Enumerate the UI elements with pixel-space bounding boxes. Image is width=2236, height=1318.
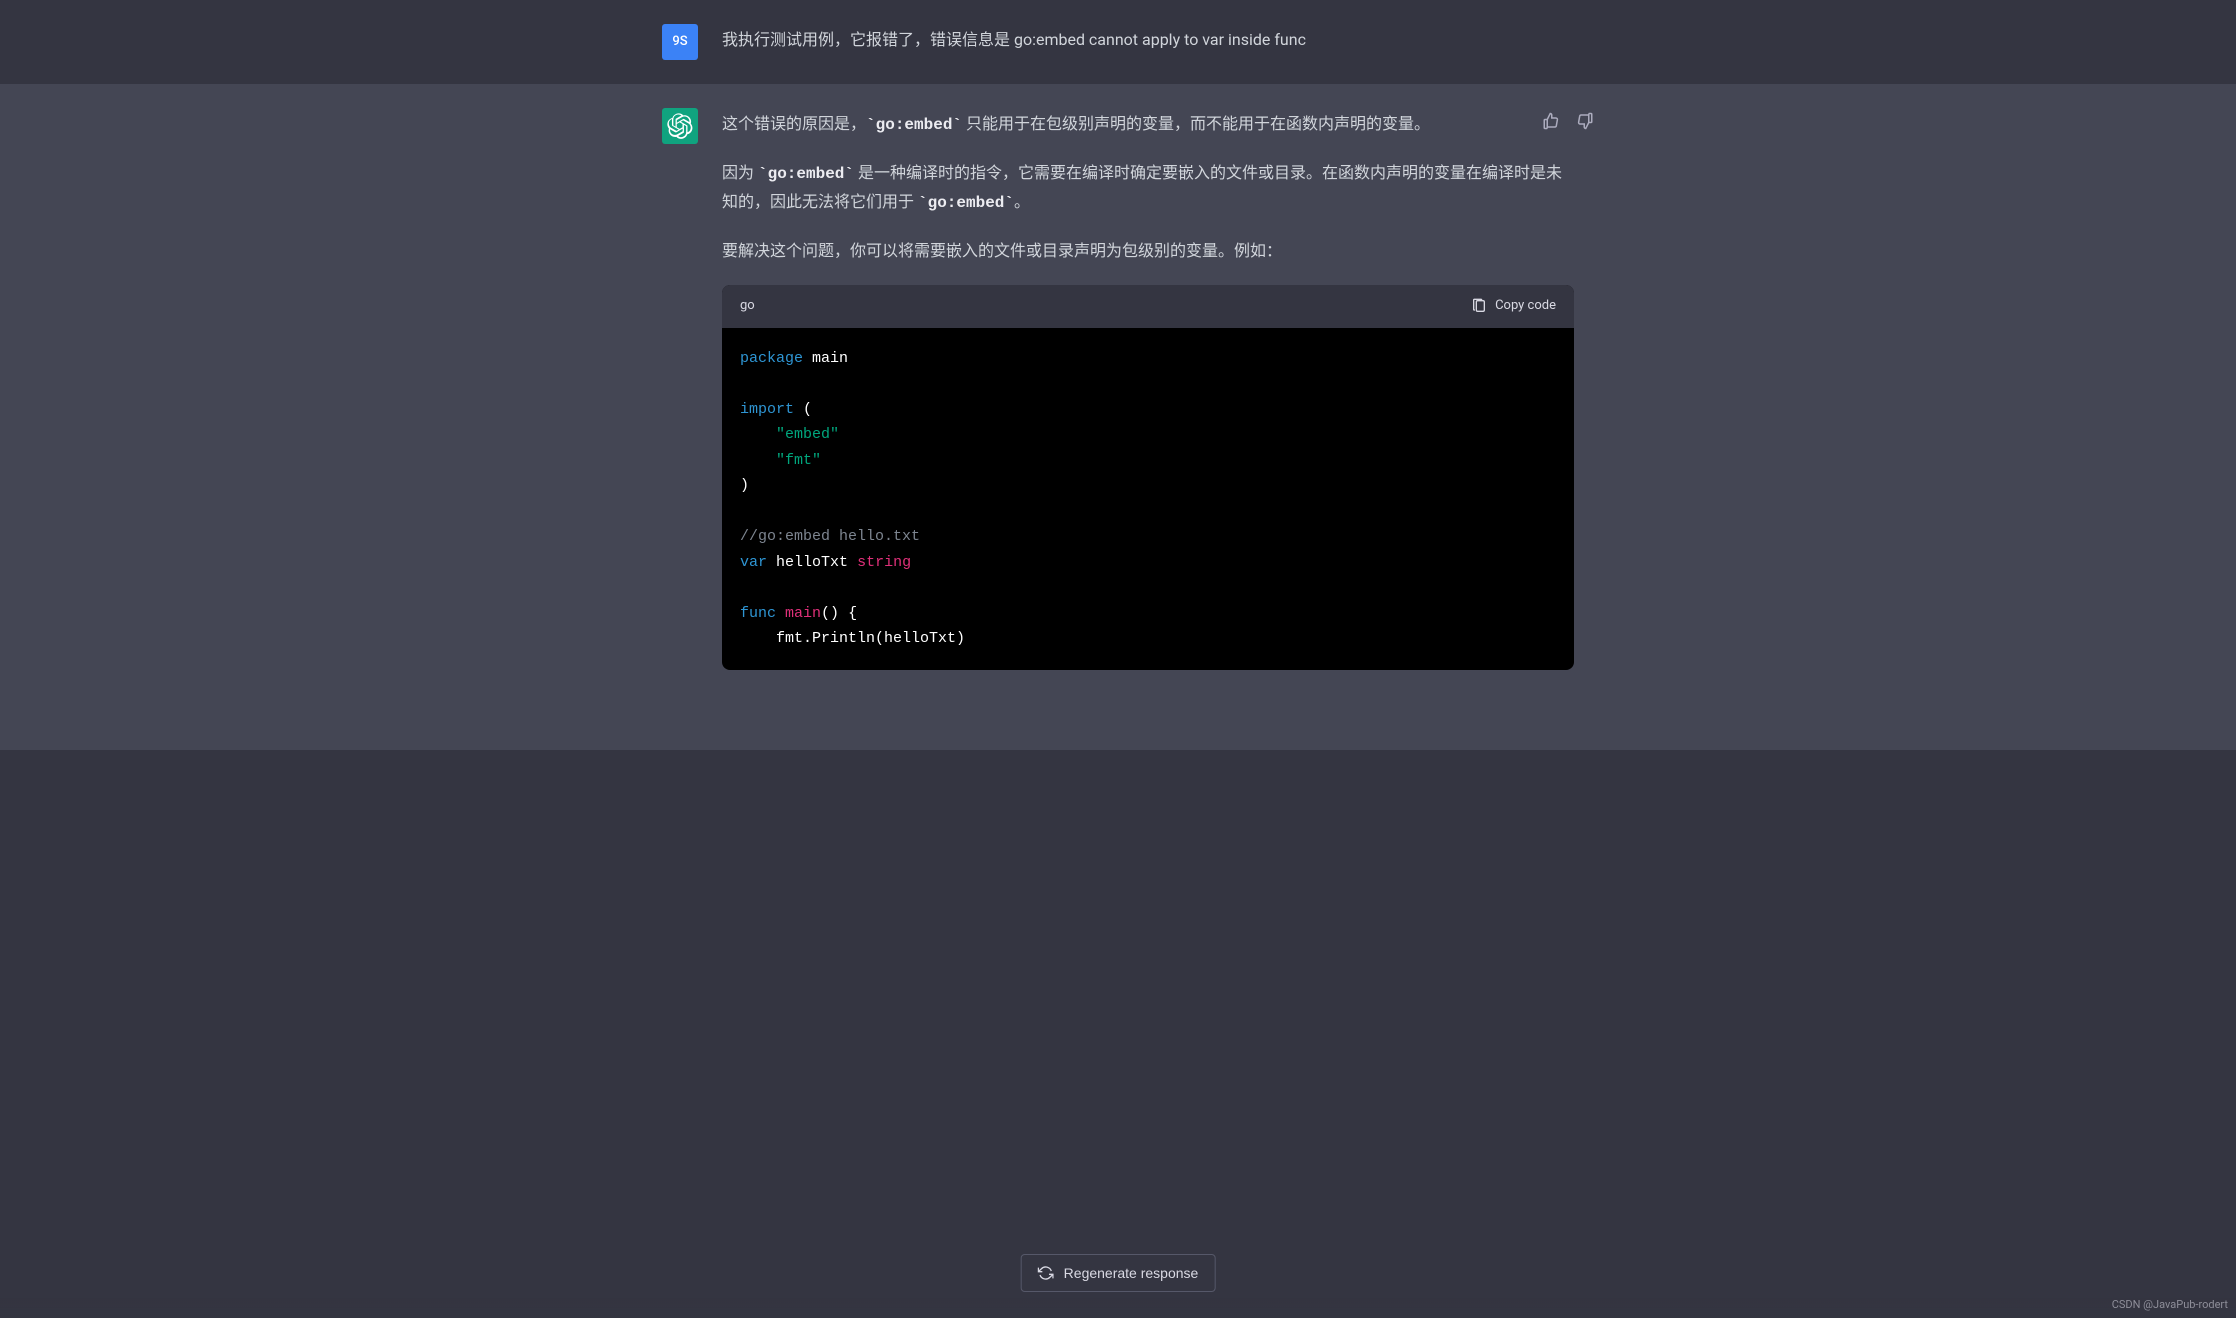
code-token: main — [812, 350, 848, 367]
feedback-buttons — [1538, 108, 1598, 134]
code-token: package — [740, 350, 803, 367]
user-message-content: 我执行测试用例，它报错了，错误信息是 go:embed cannot apply… — [722, 24, 1574, 60]
code-token: { — [848, 605, 857, 622]
user-avatar: 9S — [662, 24, 698, 60]
text-segment: 这个错误的原因是， — [722, 114, 866, 133]
assistant-paragraph-1: 这个错误的原因是，`go:embed` 只能用于在包级别声明的变量，而不能用于在… — [722, 110, 1574, 139]
code-token: () — [821, 605, 839, 622]
code-token: ) — [740, 477, 749, 494]
text-segment: 只能用于在包级别声明的变量，而不能用于在函数内声明的变量。 — [962, 114, 1430, 133]
inline-code: `go:embed` — [918, 194, 1014, 212]
code-token: import — [740, 401, 794, 418]
openai-logo-icon — [667, 113, 693, 139]
thumbs-down-icon — [1576, 112, 1594, 130]
code-token: "embed" — [776, 426, 839, 443]
assistant-paragraph-3: 要解决这个问题，你可以将需要嵌入的文件或目录声明为包级别的变量。例如： — [722, 237, 1574, 265]
thumbs-down-button[interactable] — [1572, 108, 1598, 134]
code-token: ( — [803, 401, 812, 418]
text-segment: 因为 — [722, 163, 758, 182]
code-token: main — [785, 605, 821, 622]
bottom-shadow — [0, 1298, 2236, 1318]
copy-code-button[interactable]: Copy code — [1471, 295, 1556, 318]
code-token: helloTxt — [776, 554, 848, 571]
user-message-text: 我执行测试用例，它报错了，错误信息是 go:embed cannot apply… — [722, 26, 1574, 54]
assistant-paragraph-2: 因为 `go:embed` 是一种编译时的指令，它需要在编译时确定要嵌入的文件或… — [722, 159, 1574, 217]
copy-code-label: Copy code — [1495, 295, 1556, 318]
assistant-message-row: 这个错误的原因是，`go:embed` 只能用于在包级别声明的变量，而不能用于在… — [0, 84, 2236, 750]
user-message-inner: 9S 我执行测试用例，它报错了，错误信息是 go:embed cannot ap… — [638, 24, 1598, 60]
code-token: var — [740, 554, 767, 571]
inline-code: `go:embed` — [758, 165, 854, 183]
code-body[interactable]: package main import ( "embed" "fmt" ) //… — [722, 328, 1574, 670]
user-avatar-text: 9S — [672, 31, 687, 54]
code-header: go Copy code — [722, 285, 1574, 328]
code-token: string — [857, 554, 911, 571]
clipboard-icon — [1471, 298, 1487, 314]
code-token: func — [740, 605, 776, 622]
inline-code: `go:embed` — [866, 116, 962, 134]
code-token: //go:embed hello.txt — [740, 528, 920, 545]
text-segment: 。 — [1014, 192, 1030, 211]
user-message-row: 9S 我执行测试用例，它报错了，错误信息是 go:embed cannot ap… — [0, 0, 2236, 84]
regenerate-button[interactable]: Regenerate response — [1021, 1254, 1216, 1292]
code-token: "fmt" — [776, 452, 821, 469]
code-token: fmt.Println(helloTxt) — [776, 630, 965, 647]
code-language-label: go — [740, 295, 755, 318]
watermark: CSDN @JavaPub-rodert — [2112, 1295, 2228, 1314]
assistant-message-content: 这个错误的原因是，`go:embed` 只能用于在包级别声明的变量，而不能用于在… — [722, 108, 1574, 670]
assistant-avatar — [662, 108, 698, 144]
thumbs-up-button[interactable] — [1538, 108, 1564, 134]
refresh-icon — [1038, 1265, 1054, 1281]
thumbs-up-icon — [1542, 112, 1560, 130]
code-block: go Copy code package main import ( "embe… — [722, 285, 1574, 670]
regenerate-label: Regenerate response — [1064, 1265, 1199, 1281]
regenerate-container: Regenerate response — [1021, 1254, 1216, 1292]
assistant-message-inner: 这个错误的原因是，`go:embed` 只能用于在包级别声明的变量，而不能用于在… — [638, 108, 1598, 670]
